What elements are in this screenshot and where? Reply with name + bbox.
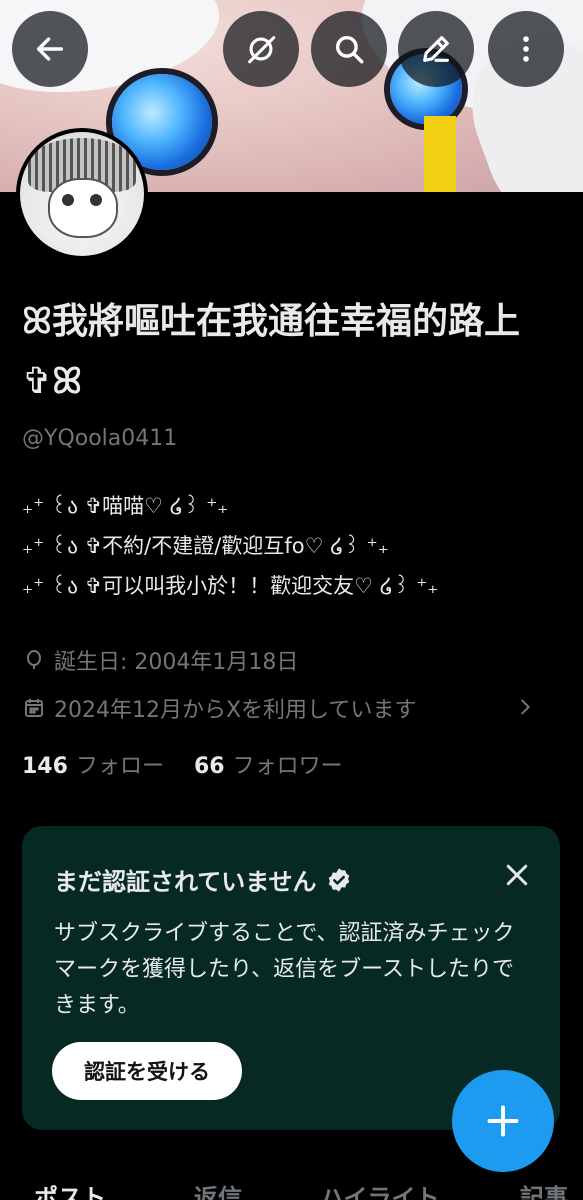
username: @YQoola0411 — [22, 426, 178, 451]
birthday-row: 誕生日: 2004年1月18日 — [22, 644, 298, 676]
verify-card-description: サブスクライブすることで、認証済みチェックマークを獲得したり、返信をブーストした… — [54, 921, 515, 1018]
tab-posts[interactable]: ポスト — [34, 1178, 106, 1200]
pencil-icon — [423, 36, 449, 62]
chevron-right-icon[interactable] — [514, 694, 536, 720]
grok-button[interactable] — [223, 11, 299, 87]
bio-line: ₊⁺ ꒰ა ✞不約/不建證/歡迎互fo♡ ໒꒱ ⁺₊ — [22, 534, 389, 558]
more-button[interactable] — [488, 11, 564, 87]
joined-row[interactable]: 2024年12月からXを利用しています — [22, 692, 416, 724]
banner-art — [424, 116, 456, 192]
search-icon — [335, 35, 364, 64]
back-button[interactable] — [12, 11, 88, 87]
followers-count: 66 — [193, 754, 225, 779]
arrow-left-icon — [36, 37, 64, 61]
compose-post-button[interactable] — [452, 1070, 554, 1172]
joined-text: 2024年12月からXを利用しています — [54, 698, 417, 723]
followers-label: フォロワー — [232, 754, 343, 779]
close-icon[interactable] — [502, 860, 532, 890]
avatar-image — [20, 132, 144, 256]
compose-button[interactable] — [398, 11, 474, 87]
following-link[interactable]: 146 フォロー — [22, 748, 164, 780]
birthday-text: 誕生日: 2004年1月18日 — [54, 650, 299, 675]
profile-tabs: ポスト 返信 ハイライト 記事 — [0, 1172, 583, 1200]
following-label: フォロー — [75, 754, 164, 779]
avatar[interactable] — [16, 128, 148, 260]
verified-badge-icon — [328, 867, 349, 892]
tab-replies[interactable]: 返信 — [194, 1178, 242, 1200]
get-verified-button[interactable]: 認証を受ける — [52, 1042, 242, 1100]
search-button[interactable] — [311, 11, 387, 87]
bio: ₊⁺ ꒰ა ✞喵喵♡ ໒꒱ ⁺₊ ₊⁺ ꒰ა ✞不約/不建證/歡迎互fo♡ ໒꒱ … — [22, 486, 438, 606]
calendar-icon — [25, 699, 43, 717]
tab-highlights[interactable]: ハイライト — [320, 1178, 440, 1200]
display-name: ꕤ我將嘔吐在我通往幸福的路上✞ꕤ — [22, 301, 520, 402]
verify-card-title-row: まだ認証されていません — [54, 862, 353, 897]
followers-link[interactable]: 66 フォロワー — [194, 748, 343, 780]
bio-line: ₊⁺ ꒰ა ✞喵喵♡ ໒꒱ ⁺₊ — [22, 494, 229, 518]
balloon-icon — [27, 650, 41, 669]
bio-line: ₊⁺ ꒰ა ✞可以叫我小於！！歡迎交友♡ ໒꒱ ⁺₊ — [22, 574, 439, 598]
grok-icon — [248, 36, 276, 64]
more-vertical-icon — [523, 36, 529, 62]
plus-icon — [487, 1105, 519, 1137]
tab-articles[interactable]: 記事 — [520, 1178, 568, 1200]
follow-stats: 146 フォロー 66 フォロワー — [22, 748, 343, 780]
verify-card-title: まだ認証されていません — [54, 868, 317, 896]
following-count: 146 — [22, 754, 68, 779]
